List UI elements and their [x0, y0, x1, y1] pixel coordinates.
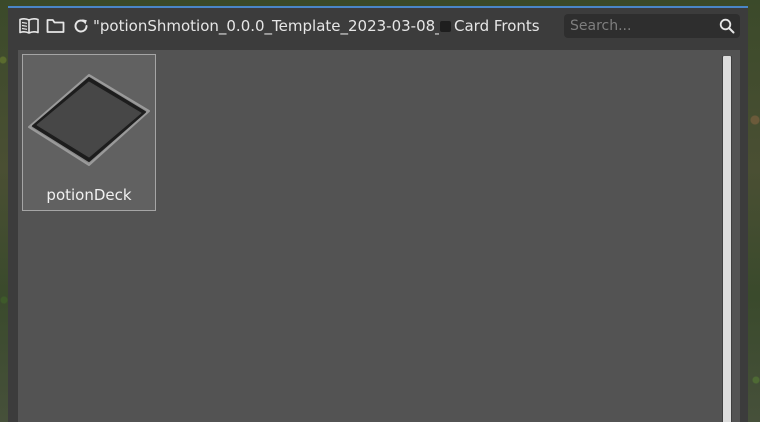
folder-icon[interactable] [44, 15, 66, 37]
item-grid: potionDeck [18, 50, 740, 422]
tab-color-swatch [440, 21, 451, 32]
card-deck-icon [27, 73, 151, 177]
browser-window: "potionShmotion_0.0.0_Template_2023-03-0… [8, 6, 748, 422]
tab-card-fronts[interactable]: Card Fronts [454, 16, 540, 36]
deck-item-label: potionDeck [46, 186, 132, 204]
deck-item[interactable]: potionDeck [22, 54, 156, 211]
refresh-icon[interactable] [70, 15, 92, 37]
deck-path: "potionShmotion_0.0.0_Template_2023-03-0… [93, 17, 439, 35]
book-icon[interactable] [18, 15, 40, 37]
search-icon[interactable] [718, 17, 736, 35]
scrollbar-thumb[interactable] [723, 56, 731, 422]
search-input[interactable] [564, 14, 710, 38]
search-box [564, 14, 740, 38]
vertical-scrollbar[interactable] [722, 56, 732, 422]
titlebar: "potionShmotion_0.0.0_Template_2023-03-0… [8, 8, 748, 44]
